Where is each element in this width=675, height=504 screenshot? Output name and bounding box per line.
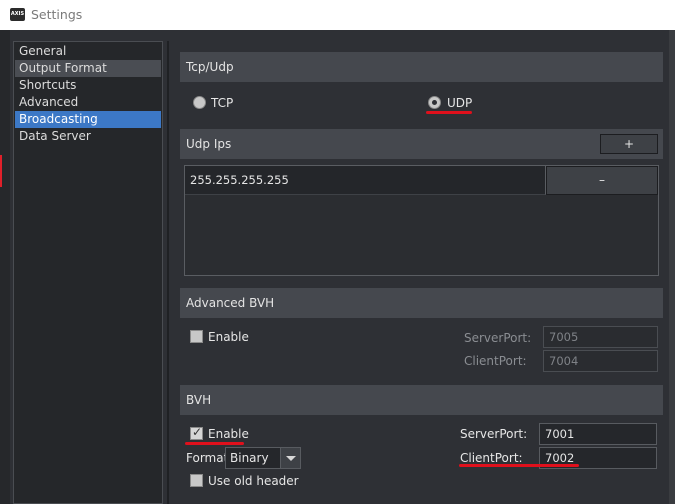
remove-ip-button[interactable]: – xyxy=(546,166,658,195)
advanced-bvh-enable-checkbox[interactable] xyxy=(190,330,203,343)
title-bar: AXIS Settings xyxy=(0,0,675,30)
bvh-server-port-label: ServerPort: xyxy=(460,427,528,441)
app-logo-icon: AXIS xyxy=(10,8,25,21)
sidebar-item-output-format[interactable]: Output Format xyxy=(15,60,161,77)
advanced-client-port-label: ClientPort: xyxy=(464,354,527,368)
udp-radio-label[interactable]: UDP xyxy=(447,96,472,110)
window-title: Settings xyxy=(31,7,83,22)
advanced-server-port-field[interactable]: 7005 xyxy=(543,326,658,348)
advanced-bvh-section-header: Advanced BVH xyxy=(180,288,663,318)
use-old-header-checkbox[interactable] xyxy=(190,474,203,487)
sidebar-item-general[interactable]: General xyxy=(15,43,161,60)
bvh-enable-label[interactable]: Enable xyxy=(208,427,249,441)
panel-splitter[interactable] xyxy=(167,41,169,504)
tcp-radio[interactable] xyxy=(193,96,206,109)
bvh-server-port-field[interactable]: 7001 xyxy=(539,423,657,445)
udp-radio[interactable] xyxy=(428,96,441,109)
sidebar-item-broadcasting[interactable]: Broadcasting xyxy=(15,111,161,128)
bvh-enable-checkbox[interactable] xyxy=(190,425,203,440)
udp-ip-table: 255.255.255.255 – xyxy=(184,165,659,276)
client-port-annotation-underline xyxy=(459,464,579,467)
bvh-section-header: BVH xyxy=(180,385,663,415)
settings-sidebar: General Output Format Shortcuts Advanced… xyxy=(13,41,163,504)
bvh-client-port-label: ClientPort: xyxy=(460,451,523,465)
udp-ip-row[interactable]: 255.255.255.255 xyxy=(185,166,546,195)
use-old-header-label[interactable]: Use old header xyxy=(208,474,299,488)
udp-annotation-underline xyxy=(426,111,472,114)
bvh-format-value: Binary xyxy=(230,451,269,465)
bvh-format-select[interactable]: Binary xyxy=(225,447,301,469)
advanced-bvh-enable-label[interactable]: Enable xyxy=(208,330,249,344)
edge-annotation-mark xyxy=(0,155,2,187)
chevron-down-icon[interactable] xyxy=(280,448,300,468)
tcp-radio-label[interactable]: TCP xyxy=(211,96,233,110)
sidebar-item-shortcuts[interactable]: Shortcuts xyxy=(15,77,161,94)
tcp-udp-section-header: Tcp/Udp xyxy=(180,52,663,82)
advanced-client-port-field[interactable]: 7004 xyxy=(543,350,658,372)
right-edge-strip xyxy=(669,30,675,504)
sidebar-item-advanced[interactable]: Advanced xyxy=(15,94,161,111)
left-edge-strip xyxy=(0,30,10,504)
udp-ips-section-header: Udp Ips xyxy=(180,129,663,159)
advanced-server-port-label: ServerPort: xyxy=(464,331,532,345)
sidebar-item-data-server[interactable]: Data Server xyxy=(15,128,161,145)
bvh-enable-annotation-underline xyxy=(185,442,244,445)
add-ip-button[interactable]: + xyxy=(600,134,658,154)
